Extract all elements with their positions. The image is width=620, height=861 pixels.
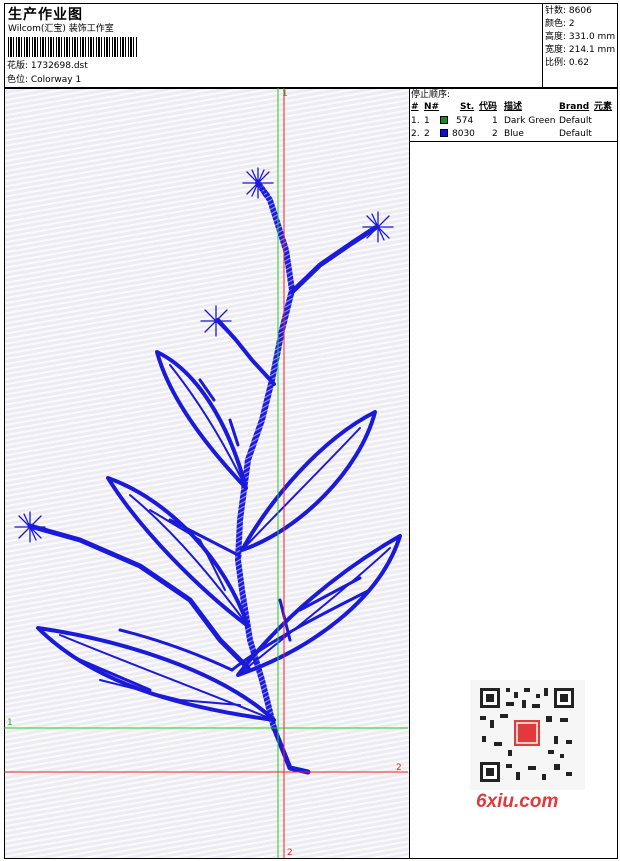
flower-star-left: [14, 511, 46, 543]
guide-marker-bottom: 2: [287, 848, 293, 858]
qr-code-icon: [470, 680, 585, 790]
leaf-mid-right: [236, 534, 402, 677]
flower-star-top: [242, 167, 274, 199]
stem-base: [271, 725, 311, 775]
leaf-mid-left: [106, 476, 250, 628]
flower-star-right: [362, 211, 394, 243]
flower-star-mid: [200, 305, 232, 337]
left-twig: [216, 318, 276, 386]
right-branch: [289, 225, 378, 295]
guide-marker-top: 1: [282, 89, 288, 99]
site-watermark: 6xiu.com: [476, 791, 559, 812]
leaf-upper-left: [155, 350, 248, 490]
guide-marker-left: 1: [7, 718, 13, 728]
leaf-upper-right: [240, 410, 377, 552]
guide-marker-right: 2: [396, 763, 402, 773]
